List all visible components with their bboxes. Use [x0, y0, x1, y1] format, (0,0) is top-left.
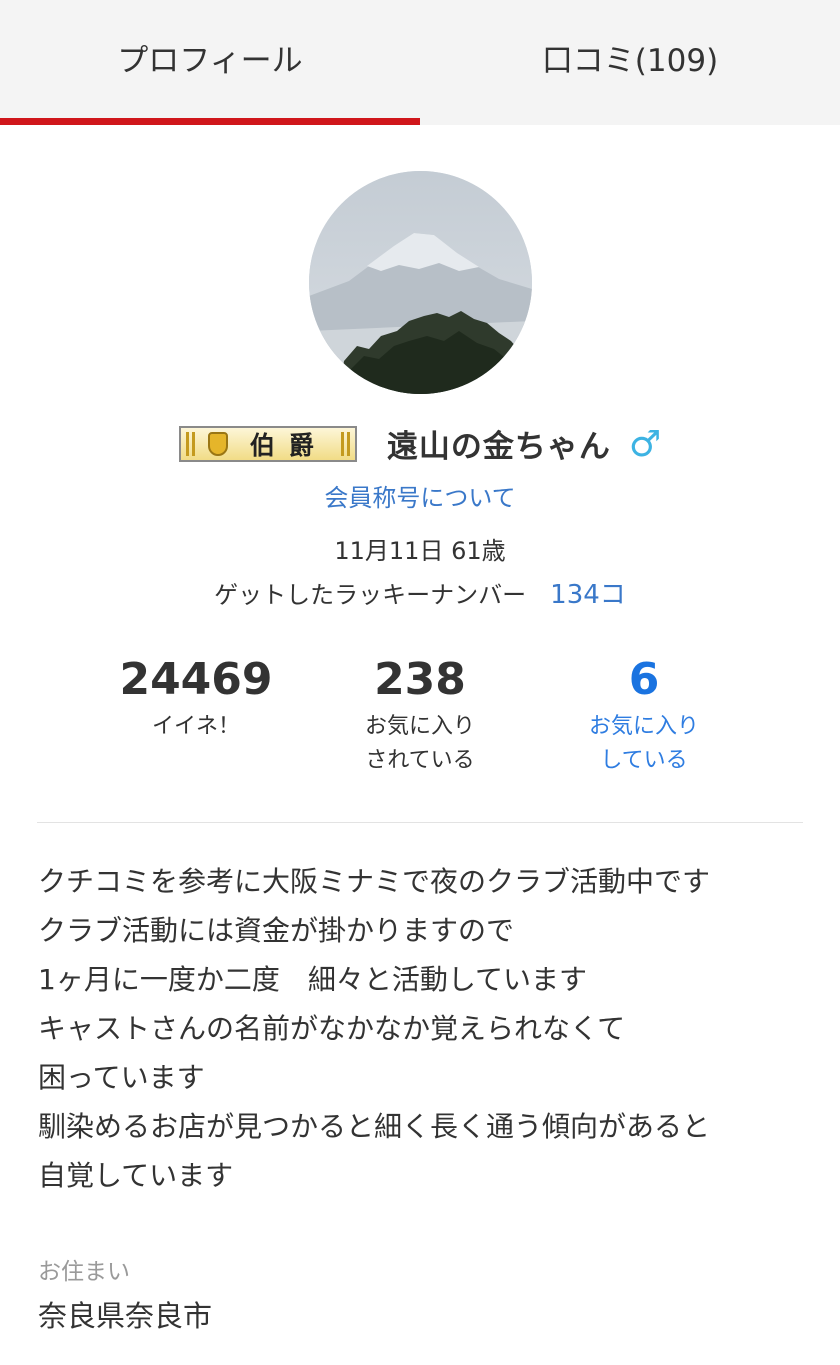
tab-bar: プロフィール 口コミ(109) [0, 0, 840, 125]
profile-page: プロフィール 口コミ(109) 伯爵 遠山の金ちゃん ♂ 会員称号について 11… [0, 0, 840, 1365]
lucky-number-label: ゲットしたラッキーナンバー [214, 580, 527, 609]
residence-label: お住まい [38, 1259, 130, 1285]
lucky-number-row: ゲットしたラッキーナンバー 134コ [0, 572, 840, 612]
bio-line: クチコミを参考に大阪ミナミで夜のクラブ活動中です [38, 865, 711, 898]
birthday-age: 11月11日 61歳 [334, 537, 506, 565]
bio-line: 自覚しています [38, 1159, 234, 1192]
bio-line: クラブ活動には資金が掛かりますので [38, 914, 515, 947]
tab-reviews-label: 口コミ(109) [541, 43, 719, 79]
bio-line: 馴染めるお店が見つかると細く長く通う傾向があると [38, 1110, 711, 1143]
username: 遠山の金ちゃん [386, 428, 611, 465]
bio: クチコミを参考に大阪ミナミで夜のクラブ活動中です クラブ活動には資金が掛かります… [38, 857, 818, 1200]
member-title-link[interactable]: 会員称号について [0, 478, 840, 513]
stat-favoriting-label-1: お気に入り [588, 714, 699, 739]
tab-profile[interactable]: プロフィール [0, 0, 420, 125]
name-row: 伯爵 遠山の金ちゃん ♂ [0, 418, 840, 468]
bio-line: キャストさんの名前がなかなか覚えられなくて [38, 1012, 626, 1045]
bio-line: 困っています [38, 1061, 205, 1094]
stat-favoriting-label-2: している [600, 748, 688, 773]
stat-favorited-by-value: 238 [374, 654, 466, 705]
stat-likes-label: イイネ！ [151, 714, 240, 739]
stat-favoriting-value: 6 [628, 654, 660, 705]
stat-favorited-by-label-1: お気に入り [364, 714, 475, 739]
male-symbol-icon: ♂ [628, 423, 662, 465]
stat-likes-value: 24469 [119, 654, 273, 705]
avatar-image [309, 171, 532, 394]
avatar[interactable] [309, 171, 532, 394]
rank-badge[interactable]: 伯爵 [178, 426, 357, 462]
stat-likes: 24469 イイネ！ [76, 650, 316, 744]
stat-favoriting[interactable]: 6 お気に入り している [524, 650, 764, 778]
rank-title: 伯爵 [249, 431, 328, 460]
stat-favorited-by: 238 お気に入り されている [300, 650, 540, 778]
tab-profile-label: プロフィール [117, 43, 303, 79]
bio-line: 1ヶ月に一度か二度 細々と活動しています [38, 963, 587, 996]
tab-reviews[interactable]: 口コミ(109) [420, 0, 840, 125]
divider [37, 822, 803, 823]
residence-value: 奈良県奈良市 [38, 1299, 213, 1333]
shield-icon [207, 432, 228, 456]
stat-favorited-by-label-2: されている [365, 748, 475, 773]
lucky-number-count[interactable]: 134コ [550, 574, 626, 611]
